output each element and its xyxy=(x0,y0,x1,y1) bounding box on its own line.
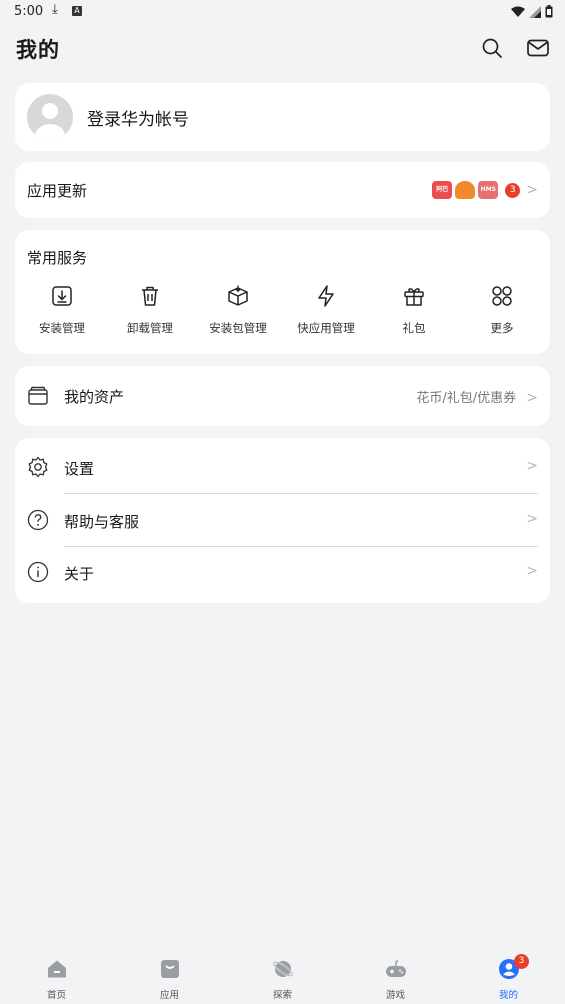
chevron-right-icon: > xyxy=(526,390,538,406)
login-card[interactable]: 登录华为帐号 xyxy=(15,83,550,151)
mail-icon[interactable] xyxy=(526,36,550,60)
service-label: 卸载管理 xyxy=(127,321,173,335)
search-icon[interactable] xyxy=(480,36,504,60)
status-bar: 5:00 ⤓ A xyxy=(0,0,565,24)
app-update-label: 应用更新 xyxy=(27,182,88,200)
service-quick-app[interactable]: 快应用管理 xyxy=(282,282,370,336)
my-assets-label: 我的资产 xyxy=(64,388,125,406)
settings-card: 设置 > 帮助与客服 > 关于 > xyxy=(15,438,550,603)
apps-icon xyxy=(160,960,179,978)
update-count-badge: 3 xyxy=(505,182,521,198)
page-title: 我的 xyxy=(16,38,60,62)
service-uninstall[interactable]: 卸载管理 xyxy=(106,282,194,336)
divider xyxy=(64,493,538,494)
quick-app-icon xyxy=(318,285,334,307)
service-install[interactable]: 安装管理 xyxy=(18,282,106,336)
services-title: 常用服务 xyxy=(27,249,88,267)
service-label: 更多 xyxy=(490,321,514,335)
settings-label: 设置 xyxy=(64,460,95,478)
tab-label: 首页 xyxy=(46,990,66,1001)
assets-detail-text: 花币/礼包/优惠券 xyxy=(416,391,517,406)
avatar-icon xyxy=(35,103,65,140)
uninstall-icon xyxy=(142,286,158,306)
bottom-tab-bar: 首页 应用 探索 游戏 3 我的 xyxy=(0,948,565,1004)
service-label: 安装包管理 xyxy=(209,321,267,335)
tab-label: 探索 xyxy=(272,990,292,1001)
gear-icon xyxy=(28,456,48,478)
info-icon xyxy=(27,561,49,583)
app-icon-hms: HMS xyxy=(478,181,499,199)
common-services-card: 常用服务 安装管理 卸载管理 安装包管理 快应用管理 礼包 更多 xyxy=(15,230,550,354)
service-label: 礼包 xyxy=(402,321,426,335)
tab-home[interactable]: 首页 xyxy=(0,948,113,1004)
app-update-card[interactable]: 应用更新 阿巴 HMS 3 > xyxy=(15,162,550,218)
login-text: 登录华为帐号 xyxy=(87,110,189,130)
explore-icon xyxy=(272,961,293,977)
home-icon xyxy=(47,960,66,978)
tab-me[interactable]: 3 我的 xyxy=(452,948,565,1004)
service-label: 安装管理 xyxy=(39,321,85,335)
help-label: 帮助与客服 xyxy=(64,513,140,531)
gift-icon xyxy=(404,288,424,306)
tab-label: 应用 xyxy=(159,990,179,1001)
wallet-icon xyxy=(28,386,48,405)
battery-icon xyxy=(545,5,553,18)
chevron-right-icon: > xyxy=(526,458,538,474)
chevron-right-icon: > xyxy=(526,563,538,579)
tab-label: 游戏 xyxy=(385,990,405,1001)
update-apps: 阿巴 HMS 3 > xyxy=(429,179,538,201)
avatar xyxy=(27,94,73,140)
signal-icon xyxy=(528,5,541,18)
tab-explore[interactable]: 探索 xyxy=(226,948,339,1004)
chevron-right-icon: > xyxy=(526,182,538,198)
tab-apps[interactable]: 应用 xyxy=(113,948,226,1004)
help-icon xyxy=(27,509,49,531)
tab-label: 我的 xyxy=(498,990,518,1001)
download-icon: ⤓ xyxy=(52,2,58,17)
tab-games[interactable]: 游戏 xyxy=(339,948,452,1004)
service-package[interactable]: 安装包管理 xyxy=(194,282,282,336)
tab-me-badge: 3 xyxy=(514,954,529,969)
package-icon xyxy=(228,285,248,306)
wifi-icon xyxy=(510,6,525,17)
chevron-right-icon: > xyxy=(526,511,538,527)
service-more[interactable]: 更多 xyxy=(458,282,546,336)
notification-icon: A xyxy=(72,6,82,16)
header: 我的 xyxy=(0,30,565,70)
app-icon-1: 阿巴 xyxy=(432,181,453,199)
status-time: 5:00 xyxy=(14,4,44,19)
status-indicators xyxy=(510,4,553,19)
service-gift[interactable]: 礼包 xyxy=(370,282,458,336)
divider xyxy=(64,546,538,547)
game-icon xyxy=(385,960,406,977)
more-icon xyxy=(492,286,512,306)
about-label: 关于 xyxy=(64,565,95,583)
install-icon xyxy=(52,286,72,306)
app-icon-2 xyxy=(455,181,476,199)
services-grid: 安装管理 卸载管理 安装包管理 快应用管理 礼包 更多 xyxy=(15,282,550,336)
assets-detail: 花币/礼包/优惠券 > xyxy=(416,387,538,406)
service-label: 快应用管理 xyxy=(297,321,355,335)
my-assets-card[interactable]: 我的资产 花币/礼包/优惠券 > xyxy=(15,366,550,426)
